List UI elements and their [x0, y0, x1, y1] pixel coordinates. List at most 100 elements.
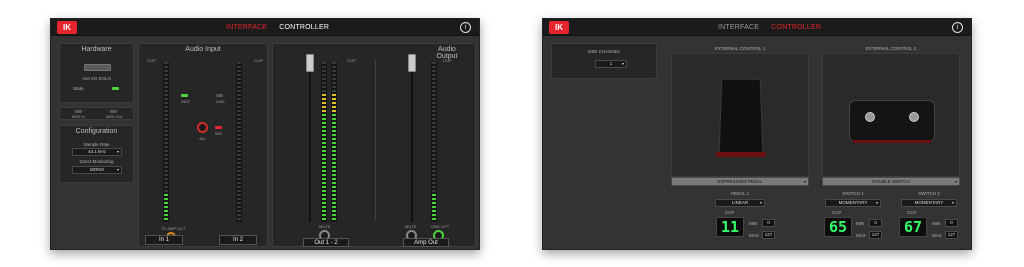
- external-control-1-device-select[interactable]: EXPRESSION PEDAL ▾: [671, 177, 809, 186]
- pedal-1-max-input[interactable]: 127: [762, 231, 775, 239]
- fader-handle-1[interactable]: [306, 54, 314, 72]
- chevron-down-icon: ▾: [954, 179, 957, 184]
- tab-controller[interactable]: CONTROLLER: [279, 19, 329, 36]
- meter-segment: [432, 122, 436, 124]
- meter-segment: [332, 194, 336, 196]
- input-1-button[interactable]: In 1: [145, 235, 183, 245]
- info-icon[interactable]: i: [460, 22, 471, 33]
- output-meter-l: [321, 62, 327, 222]
- hardware-panel: Hardware Axe I/O SOLO State: [59, 43, 134, 103]
- fader-track-1[interactable]: [309, 72, 311, 222]
- meter-segment: [322, 142, 326, 144]
- meter-segment: [332, 146, 336, 148]
- meter-segment: [322, 214, 326, 216]
- midi-channel-label: MIDI CHANNEL: [587, 49, 621, 54]
- meter-segment: [164, 142, 168, 144]
- tab-interface[interactable]: INTERFACE: [718, 19, 759, 36]
- chevron-down-icon: ▾: [621, 61, 624, 66]
- switch-2-cc-display[interactable]: 67: [899, 217, 927, 237]
- meter-segment: [332, 134, 336, 136]
- mic-label: MIC: [215, 131, 223, 136]
- meter-segment: [432, 102, 436, 104]
- pedal-1-mode-select[interactable]: LINEAR ▾: [715, 199, 765, 207]
- switch-1-mode-select[interactable]: MOMENTARY ▾: [825, 199, 881, 207]
- meter-segment: [322, 218, 326, 220]
- midi-out-label: MIDI Out: [106, 114, 123, 119]
- meter-segment: [432, 158, 436, 160]
- meter-segment: [164, 86, 168, 88]
- double-switch-image: [849, 100, 935, 142]
- sample-rate-select[interactable]: 44.1 kHz ▾: [72, 148, 122, 156]
- switch-1-max-input[interactable]: 127: [869, 231, 882, 239]
- external-control-2-device-select[interactable]: DOUBLE SWITCH ▾: [822, 177, 960, 186]
- meter-segment: [332, 198, 336, 200]
- meter-segment: [237, 86, 241, 88]
- meter-segment: [237, 218, 241, 220]
- meter-segment: [164, 202, 168, 204]
- tab-interface[interactable]: INTERFACE: [226, 19, 267, 36]
- pedal-1-cc-display[interactable]: 11: [716, 217, 744, 237]
- line-led: [216, 94, 223, 97]
- amp-out-meter: [431, 62, 437, 222]
- midi-channel-select[interactable]: 1 ▾: [595, 60, 627, 68]
- meter-segment: [237, 74, 241, 76]
- meter-segment: [432, 170, 436, 172]
- direct-monitoring-select[interactable]: MONO ▾: [72, 166, 122, 174]
- external-control-1-title: EXTERNAL CONTROL 1: [714, 46, 766, 51]
- meter-segment: [237, 198, 241, 200]
- meter-segment: [237, 150, 241, 152]
- switch-2-max-label: MAX: [932, 233, 942, 238]
- switch-2-max-input[interactable]: 127: [945, 231, 958, 239]
- meter-segment: [332, 122, 336, 124]
- meter-segment: [237, 90, 241, 92]
- switch-1-min-input[interactable]: 0: [869, 219, 882, 227]
- switch-2-min-label: MIN: [932, 221, 941, 226]
- meter-segment: [322, 154, 326, 156]
- meter-segment: [164, 206, 168, 208]
- switch-2-mode-select[interactable]: MOMENTARY ▾: [901, 199, 957, 207]
- meter-segment: [432, 130, 436, 132]
- switch-2-min-input[interactable]: 0: [945, 219, 958, 227]
- pedal-1-min-input[interactable]: 0: [762, 219, 775, 227]
- meter-segment: [164, 182, 168, 184]
- meter-segment: [432, 182, 436, 184]
- amp-out-button[interactable]: Amp Out: [403, 238, 449, 247]
- meter-segment: [322, 194, 326, 196]
- meter-segment: [332, 206, 336, 208]
- input-2-button[interactable]: In 2: [219, 235, 257, 245]
- meter-segment: [322, 74, 326, 76]
- meter-segment: [432, 138, 436, 140]
- configuration-panel: Configuration Sample Rate 44.1 kHz ▾ Dire…: [59, 125, 134, 183]
- audio-output-panel: Audio Output CLIP CLIP MUTE MUTE GND LIF…: [272, 43, 476, 247]
- meter-segment: [432, 134, 436, 136]
- fader-track-2[interactable]: [411, 72, 413, 222]
- switch-1-max-label: MAX: [856, 233, 866, 238]
- meter-segment: [322, 82, 326, 84]
- meter-segment: [322, 118, 326, 120]
- meter-segment: [164, 162, 168, 164]
- meter-segment: [332, 86, 336, 88]
- expression-pedal-image: [718, 78, 764, 157]
- meter-segment: [164, 138, 168, 140]
- info-icon[interactable]: i: [952, 22, 963, 33]
- meter-segment: [332, 126, 336, 128]
- meter-segment: [332, 174, 336, 176]
- meter-segment: [164, 130, 168, 132]
- meter-segment: [332, 210, 336, 212]
- input-gain-knob[interactable]: [197, 122, 208, 133]
- meter-segment: [322, 62, 326, 64]
- meter-segment: [322, 122, 326, 124]
- switch-2-label: SWITCH 2: [918, 191, 940, 196]
- tab-controller[interactable]: CONTROLLER: [771, 19, 821, 36]
- inst-led: [181, 94, 188, 97]
- meter-segment: [322, 94, 326, 96]
- meter-segment: [332, 118, 336, 120]
- switch-1-cc-display[interactable]: 65: [824, 217, 852, 237]
- meter-segment: [432, 206, 436, 208]
- external-control-2-panel: [822, 53, 960, 177]
- meter-segment: [164, 98, 168, 100]
- meter-segment: [332, 62, 336, 64]
- fader-handle-2[interactable]: [408, 54, 416, 72]
- out-1-2-button[interactable]: Out 1 - 2: [303, 238, 349, 247]
- mic-led: [215, 126, 222, 129]
